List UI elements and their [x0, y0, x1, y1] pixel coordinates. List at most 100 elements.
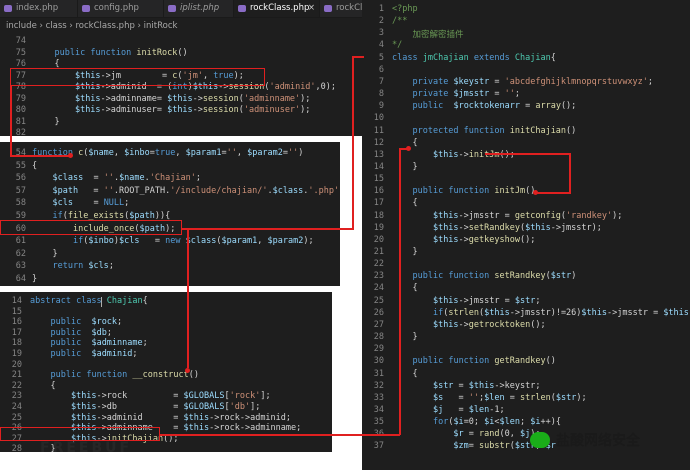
code-line: { [32, 160, 38, 171]
code-line: if($inbo)$cls = new $class($param1, $par… [72, 236, 314, 247]
line-number: 30 [373, 356, 384, 367]
connector-dot [406, 146, 411, 151]
code-line: if(strlen($this->jmsstr)!=26)$this->jmss… [432, 307, 690, 318]
code-line: public $rocktokenarr = array(); [412, 101, 577, 112]
line-number: 79 [15, 93, 26, 104]
code-line: } [392, 332, 418, 343]
line-number: 28 [11, 444, 22, 452]
line-number: 15 [11, 306, 22, 317]
line-number: 14 [11, 296, 22, 306]
line-number: 23 [373, 271, 384, 282]
line-number: 25 [11, 412, 22, 423]
line-number: 9 [378, 101, 384, 112]
connector-dot [533, 190, 538, 195]
highlight-box [10, 68, 265, 86]
code-line: 加密解密插件 [392, 30, 464, 41]
line-number: 17 [11, 327, 22, 338]
code-line: for($i=0; $i<$len; $i++){ [432, 417, 562, 428]
code-line: public function getRandkey() [412, 356, 556, 367]
connector-dot [68, 153, 73, 158]
code-line: $this->initJm(); [432, 149, 515, 160]
line-number: 32 [373, 380, 384, 391]
line-number: 22 [11, 380, 22, 391]
line-number: 6 [378, 64, 384, 75]
tab-config-php[interactable]: config.php [78, 0, 164, 17]
line-number: 21 [373, 247, 384, 257]
line-number: 81 [15, 116, 26, 127]
php-file-icon [324, 5, 332, 12]
code-line: } [32, 274, 38, 284]
connector-line [183, 228, 353, 230]
editor-pane-function-c: 54 function c($name, $inbo=true, $param1=… [0, 142, 340, 286]
tab-index-php[interactable]: index.php [0, 0, 78, 17]
connector-line [187, 228, 189, 368]
code-line: public function __construct() [50, 370, 199, 381]
line-number: 2 [378, 16, 384, 27]
line-number: 29 [373, 344, 384, 355]
line-number: 56 [15, 173, 26, 184]
code-line: protected function initChajian() [412, 125, 577, 136]
line-number: 27 [373, 319, 384, 330]
code-line: $s = '';$len = strlen($str); [432, 392, 587, 403]
line-number: 1 [378, 4, 384, 14]
line-number: 31 [373, 368, 384, 379]
connector-line [160, 434, 400, 436]
line-number: 24 [373, 283, 384, 294]
code-line: } [34, 116, 60, 127]
line-number: 26 [373, 307, 384, 318]
line-number: 35 [373, 417, 384, 428]
tab-iplist-php[interactable]: iplist.php [164, 0, 234, 17]
wechat-icon [530, 432, 550, 448]
line-number: 37 [373, 441, 384, 452]
line-number: 23 [11, 391, 22, 402]
code-line: $this->setRandkey($this->jmsstr); [432, 222, 602, 233]
line-number: 14 [373, 161, 384, 172]
editor-pane-jmchajian: 1 <?php 2 /** 3 加密解密插件 4 */ 5 class jmChajian ex… [362, 0, 690, 470]
code-area[interactable]: 1 <?php 2 /** 3 加密解密插件 4 */ 5 class jmChajian ex… [362, 2, 690, 470]
code-line: public function initJm() [412, 186, 536, 197]
tab-rockclass-php[interactable]: rockClass.php × [234, 0, 320, 17]
line-number: 34 [373, 404, 384, 415]
line-number: 62 [15, 248, 26, 259]
code-line: private $keystr = 'abcdefghijklmnopqrstu… [412, 76, 654, 87]
code-line: $cls = NULL; [52, 198, 130, 209]
text-cursor [101, 297, 102, 307]
code-line: } [392, 247, 418, 257]
code-area[interactable]: 54 function c($name, $inbo=true, $param1=… [0, 146, 340, 286]
code-line: <?php [392, 4, 418, 14]
line-number: 54 [15, 148, 26, 158]
php-file-icon [238, 5, 246, 12]
tab-rockclass[interactable]: rockClass [320, 0, 366, 17]
code-line: return $cls; [52, 261, 114, 272]
connector-line [485, 153, 570, 155]
connector-line [399, 148, 401, 435]
close-icon[interactable]: × [308, 0, 315, 17]
line-number: 18 [11, 338, 22, 349]
line-number: 16 [373, 186, 384, 197]
line-number: 57 [15, 185, 26, 196]
line-number: 4 [378, 40, 384, 51]
code-line: $this->jmsstr = $str; [432, 295, 541, 306]
code-line: private $jmsstr = ''; [412, 89, 520, 100]
highlight-box [0, 220, 182, 235]
line-number: 19 [11, 349, 22, 359]
line-number: 15 [373, 174, 384, 185]
code-line: public function setRandkey($str) [412, 271, 577, 282]
line-number: 7 [378, 76, 384, 87]
line-number: 24 [11, 402, 22, 412]
code-line: { [30, 380, 56, 391]
code-line: public $adminname; [50, 338, 148, 349]
line-number: 11 [373, 125, 384, 136]
code-line: $j = $len-1; [432, 404, 505, 415]
line-number: 55 [15, 160, 26, 171]
line-number: 28 [373, 332, 384, 343]
line-number: 19 [373, 222, 384, 233]
line-number: 17 [373, 198, 384, 209]
code-line: $class = ''.$name.'Chajian'; [52, 173, 201, 184]
connector-line [352, 56, 354, 230]
editor-tab-bar: index.php config.php iplist.php rockClas… [0, 0, 366, 18]
line-number: 8 [378, 89, 384, 100]
code-line: */ [392, 40, 403, 51]
line-number: 58 [15, 198, 26, 209]
code-line: /** [392, 16, 408, 27]
